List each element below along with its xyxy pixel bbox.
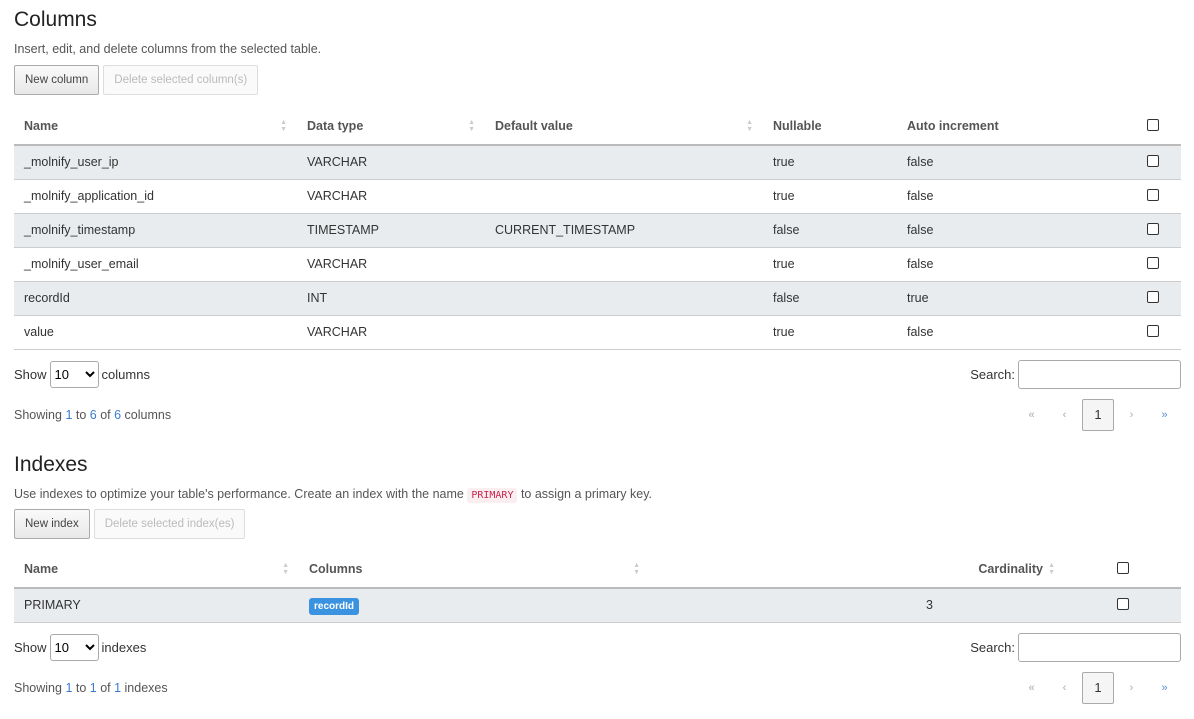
table-row[interactable]: PRIMARY recordId 3 bbox=[14, 588, 1181, 623]
indexes-info: Showing 1 to 1 of 1 indexes bbox=[14, 680, 168, 695]
indexes-description: Use indexes to optimize your table's per… bbox=[14, 487, 653, 503]
columns-title: Columns bbox=[14, 8, 97, 31]
cell-auto-increment: false bbox=[897, 247, 1125, 282]
cell-data-type: VARCHAR bbox=[297, 145, 485, 180]
cell-cardinality: 3 bbox=[650, 588, 1065, 623]
table-row[interactable]: _molnify_user_ip VARCHAR true false bbox=[14, 145, 1181, 180]
cell-data-type: INT bbox=[297, 281, 485, 316]
cell-name: _molnify_application_id bbox=[14, 179, 297, 214]
last-page-button[interactable]: » bbox=[1148, 409, 1181, 421]
cell-data-type: VARCHAR bbox=[297, 247, 485, 282]
row-checkbox[interactable] bbox=[1147, 154, 1159, 167]
cell-nullable: true bbox=[763, 315, 897, 350]
page-size-select[interactable]: 10 bbox=[49, 633, 99, 661]
cell-default-value bbox=[485, 179, 763, 214]
cell-name: _molnify_timestamp bbox=[14, 213, 297, 248]
header-auto-increment: Auto increment bbox=[897, 108, 1125, 146]
header-default-value[interactable]: Default value ▲ ▼ bbox=[485, 108, 763, 146]
table-row[interactable]: _molnify_timestamp TIMESTAMP CURRENT_TIMES… bbox=[14, 213, 1181, 248]
cell-name: recordId bbox=[14, 281, 297, 316]
cell-nullable: false bbox=[763, 281, 897, 316]
table-row[interactable]: _molnify_user_email VARCHAR true false bbox=[14, 247, 1181, 282]
header-cardinality[interactable]: Cardinality ▲ ▼ bbox=[650, 551, 1065, 589]
delete-indexes-button[interactable]: Delete selected index(es) bbox=[93, 509, 246, 539]
header-data-type[interactable]: Data type ▲ ▼ bbox=[297, 108, 485, 146]
indexes-table: Name ▲ ▼ Columns ▲ ▼ Cardinality ▲ ▼ PRIMARY re… bbox=[14, 551, 1181, 623]
row-checkbox[interactable] bbox=[1147, 256, 1159, 269]
cell-default-value: CURRENT_TIMESTAMP bbox=[485, 213, 763, 248]
cell-auto-increment: false bbox=[897, 179, 1125, 214]
search-label: Search: bbox=[970, 366, 1015, 382]
cell-data-type: VARCHAR bbox=[297, 179, 485, 214]
prev-page-button[interactable]: ‹ bbox=[1048, 682, 1081, 694]
columns-description: Insert, edit, and delete columns from th… bbox=[14, 42, 322, 56]
indexes-pagination: « ‹ 1 › » bbox=[1015, 671, 1181, 704]
first-page-button[interactable]: « bbox=[1015, 682, 1048, 694]
new-column-button[interactable]: New column bbox=[14, 65, 100, 95]
cell-name: _molnify_user_ip bbox=[14, 145, 297, 180]
cell-nullable: true bbox=[763, 145, 897, 180]
next-page-button[interactable]: › bbox=[1115, 682, 1148, 694]
sort-icon: ▲ ▼ bbox=[280, 119, 287, 133]
column-badge: recordId bbox=[309, 598, 360, 616]
columns-table: Name ▲ ▼ Data type ▲ ▼ Default value ▲ ▼ Nulla… bbox=[14, 108, 1181, 350]
indexes-section: Indexes Use indexes to optimize your tab… bbox=[14, 453, 1181, 704]
new-index-button[interactable]: New index bbox=[14, 509, 90, 539]
cell-default-value bbox=[485, 281, 763, 316]
cell-default-value bbox=[485, 145, 763, 180]
cell-name: value bbox=[14, 315, 297, 350]
columns-info: Showing 1 to 6 of 6 columns bbox=[14, 407, 172, 422]
cell-name: PRIMARY bbox=[14, 588, 299, 623]
header-name[interactable]: Name ▲ ▼ bbox=[14, 551, 299, 589]
row-checkbox[interactable] bbox=[1147, 290, 1159, 303]
cell-auto-increment: false bbox=[897, 315, 1125, 350]
sort-icon: ▲ ▼ bbox=[633, 562, 640, 576]
next-page-button[interactable]: › bbox=[1115, 409, 1148, 421]
columns-search-input[interactable] bbox=[1018, 359, 1181, 389]
cell-nullable: false bbox=[763, 213, 897, 248]
cell-data-type: VARCHAR bbox=[297, 315, 485, 350]
columns-pagination: « ‹ 1 › » bbox=[1015, 398, 1181, 431]
prev-page-button[interactable]: ‹ bbox=[1048, 409, 1081, 421]
page-size-control: Show 10 columns bbox=[14, 360, 150, 388]
last-page-button[interactable]: » bbox=[1148, 682, 1181, 694]
columns-section: Columns Insert, edit, and delete columns… bbox=[14, 8, 1181, 431]
table-row[interactable]: recordId INT false true bbox=[14, 281, 1181, 316]
header-columns[interactable]: Columns ▲ ▼ bbox=[299, 551, 650, 589]
sort-icon: ▲ ▼ bbox=[1048, 562, 1055, 576]
table-row[interactable]: value VARCHAR true false bbox=[14, 315, 1181, 350]
cell-auto-increment: false bbox=[897, 213, 1125, 248]
select-all-checkbox[interactable] bbox=[1147, 118, 1159, 131]
cell-auto-increment: false bbox=[897, 145, 1125, 180]
table-row[interactable]: _molnify_application_id VARCHAR true false bbox=[14, 179, 1181, 214]
cell-nullable: true bbox=[763, 247, 897, 282]
page-size-select[interactable]: 10 bbox=[49, 360, 99, 388]
row-checkbox[interactable] bbox=[1147, 222, 1159, 235]
search-label: Search: bbox=[970, 639, 1015, 655]
sort-icon: ▲ ▼ bbox=[282, 562, 289, 576]
header-name[interactable]: Name ▲ ▼ bbox=[14, 108, 297, 146]
cell-default-value bbox=[485, 247, 763, 282]
cell-auto-increment: true bbox=[897, 281, 1125, 316]
cell-data-type: TIMESTAMP bbox=[297, 213, 485, 248]
row-checkbox[interactable] bbox=[1147, 324, 1159, 337]
cell-nullable: true bbox=[763, 179, 897, 214]
page-size-control: Show 10 indexes bbox=[14, 633, 146, 661]
page-1-button[interactable]: 1 bbox=[1082, 398, 1114, 431]
delete-columns-button[interactable]: Delete selected column(s) bbox=[103, 65, 259, 95]
row-checkbox[interactable] bbox=[1147, 188, 1159, 201]
select-all-checkbox[interactable] bbox=[1117, 561, 1129, 574]
cell-default-value bbox=[485, 315, 763, 350]
indexes-title: Indexes bbox=[14, 453, 88, 476]
row-checkbox[interactable] bbox=[1117, 597, 1129, 610]
cell-name: _molnify_user_email bbox=[14, 247, 297, 282]
sort-icon: ▲ ▼ bbox=[746, 119, 753, 133]
first-page-button[interactable]: « bbox=[1015, 409, 1048, 421]
cell-columns: recordId bbox=[299, 588, 650, 623]
page-1-button[interactable]: 1 bbox=[1082, 671, 1114, 704]
indexes-search-input[interactable] bbox=[1018, 632, 1181, 662]
header-nullable: Nullable bbox=[763, 108, 897, 146]
sort-icon: ▲ ▼ bbox=[468, 119, 475, 133]
